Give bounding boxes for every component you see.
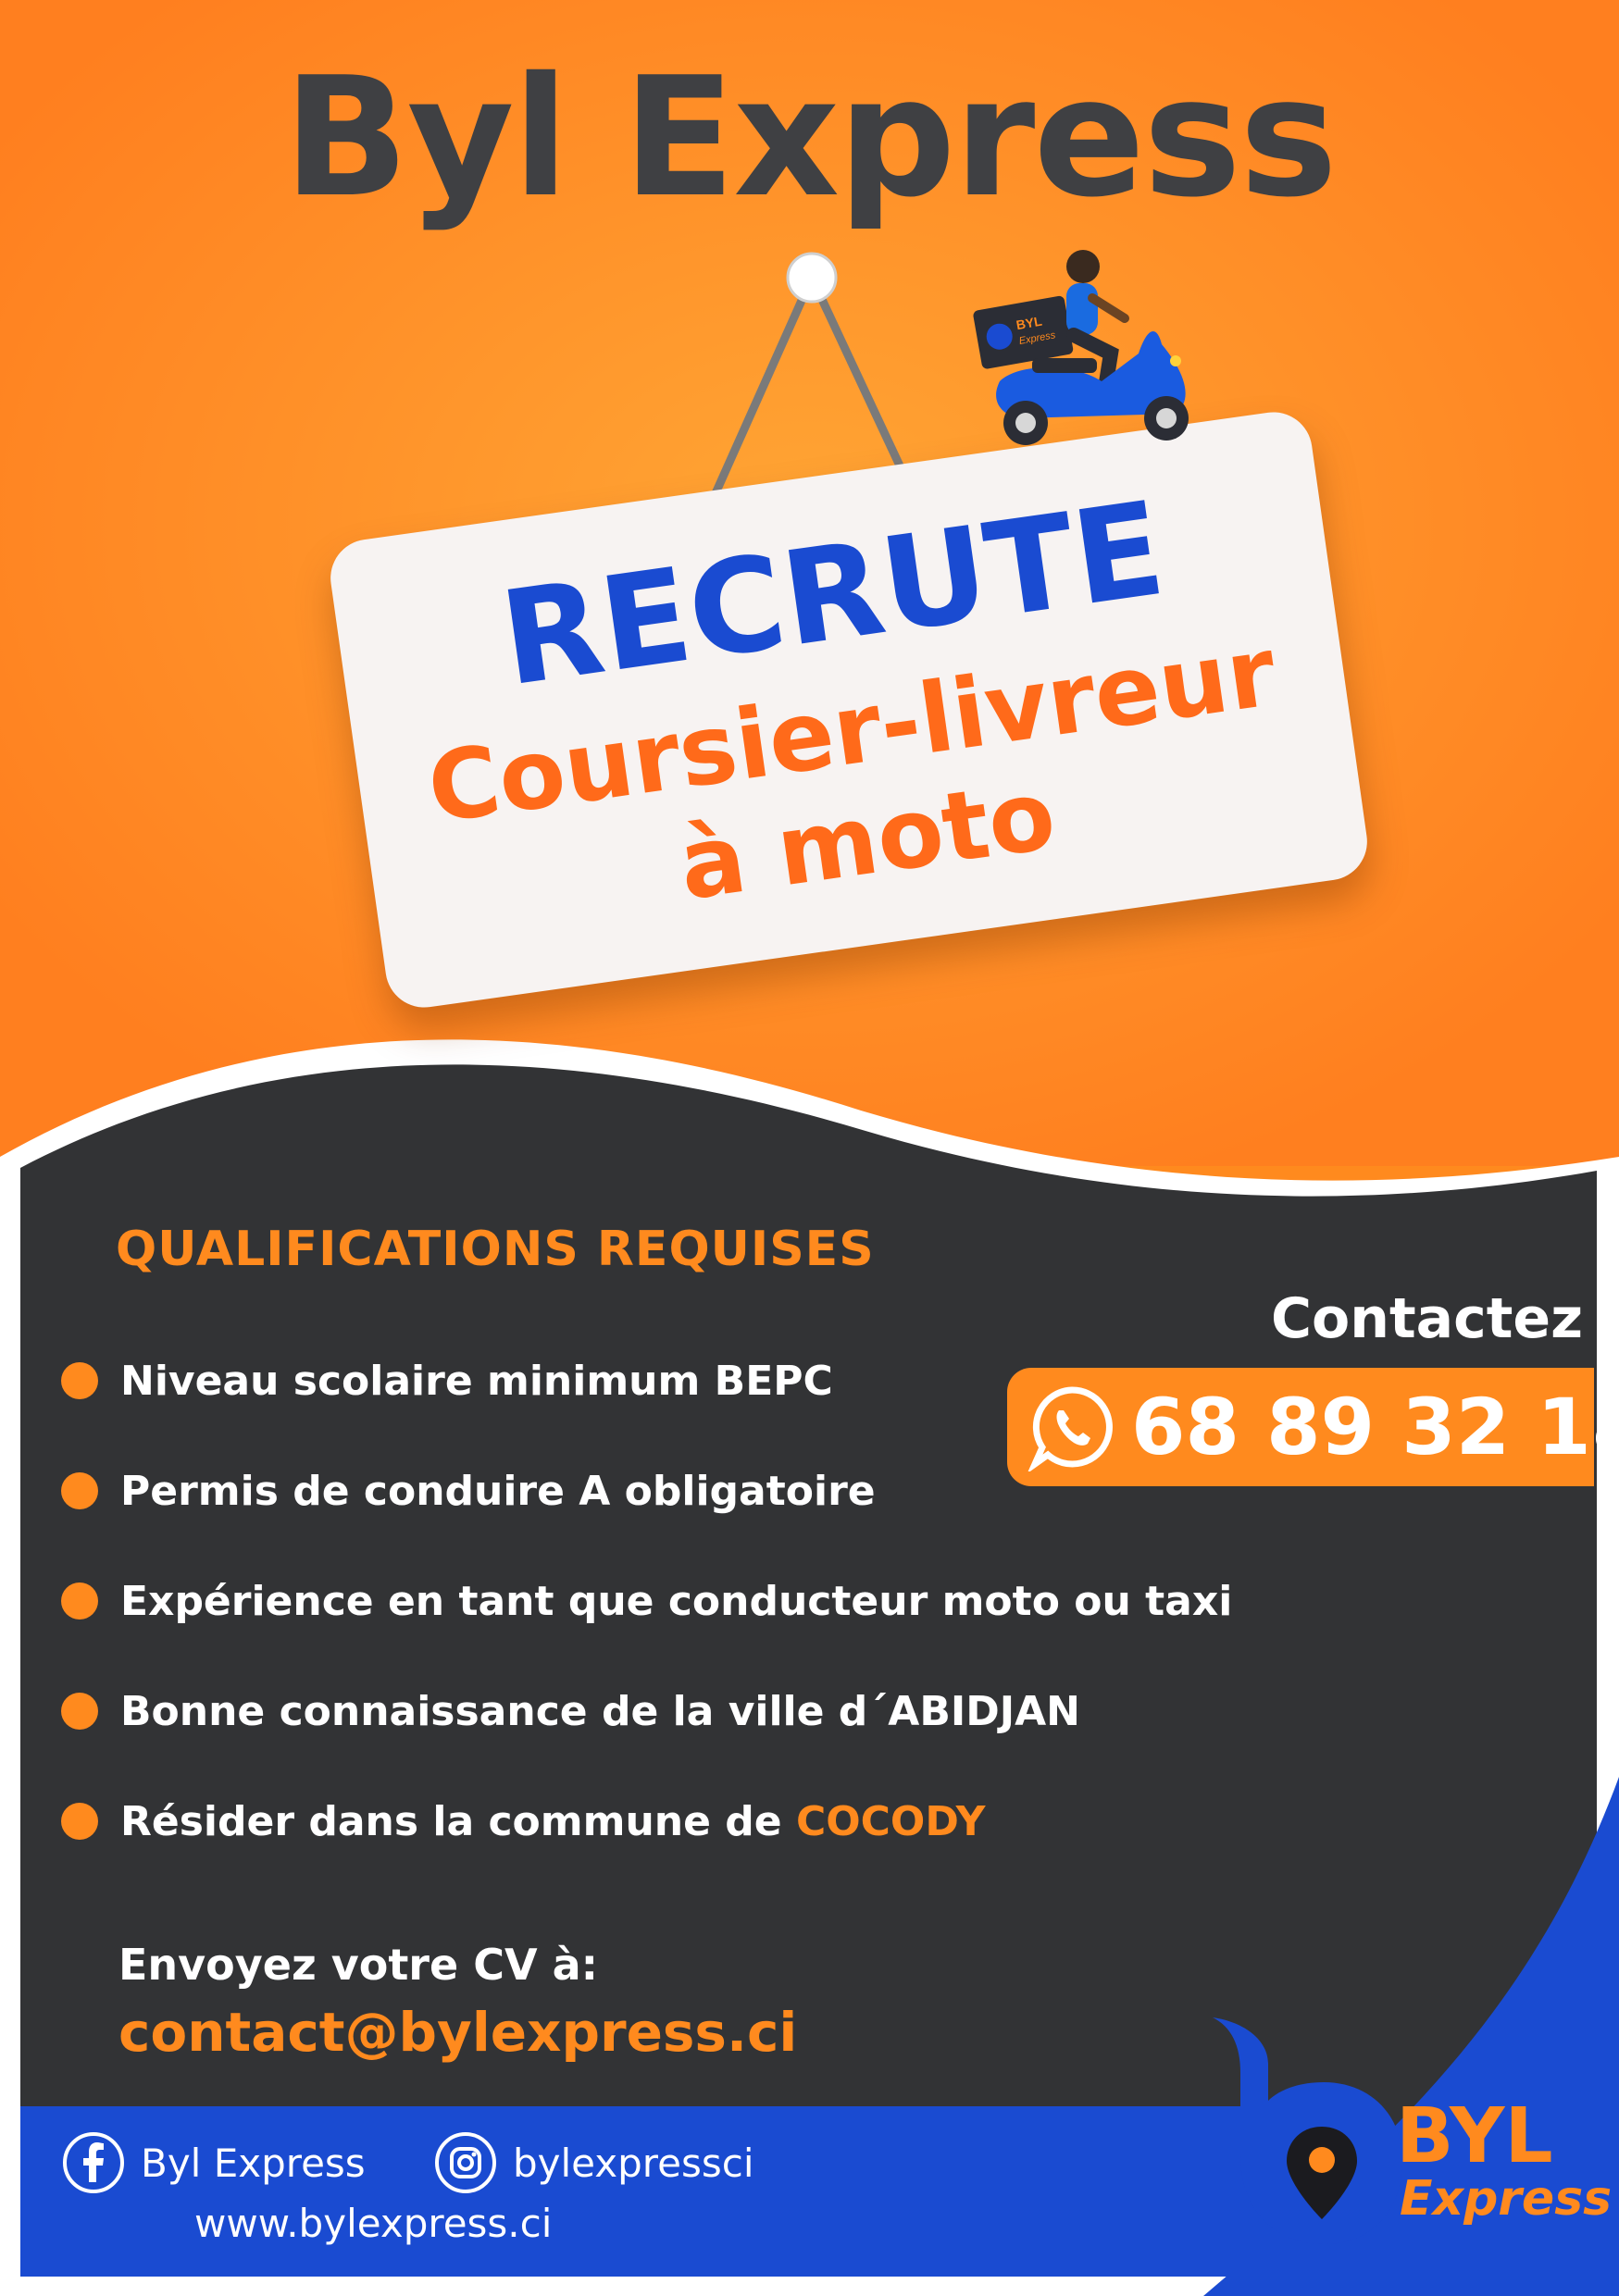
brand-logo-mark (1213, 2017, 1402, 2244)
instagram-label: bylexpressci (513, 2140, 754, 2186)
instagram-link[interactable]: bylexpressci (433, 2130, 754, 2195)
phone-contact[interactable]: 68 89 32 18 (1007, 1368, 1619, 1486)
qualifications-title: QUALIFICATIONS REQUISES (116, 1222, 875, 1277)
facebook-link[interactable]: Byl Express (61, 2130, 366, 2195)
qualification-item: Résider dans la commune de COCODY (61, 1793, 986, 1849)
phone-number: 68 89 32 18 (1131, 1382, 1619, 1472)
brand-title: Byl Express (283, 42, 1338, 233)
instagram-icon (435, 2132, 496, 2193)
website-link[interactable]: www.bylexpress.ci (194, 2201, 552, 2246)
logo-express-text: Express (1400, 2171, 1613, 2227)
bullet-dot (61, 1582, 98, 1620)
qualification-item: Expérience en tant que conducteur moto o… (61, 1573, 1232, 1629)
cv-email-link[interactable]: contact@bylexpress.ci (118, 2001, 797, 2064)
qualification-item: Bonne connaissance de la ville d´ABIDJAN (61, 1683, 1080, 1739)
scooter-rider-illustration: BYL Express (973, 250, 1189, 445)
facebook-label: Byl Express (141, 2140, 366, 2186)
qualification-item: Niveau scolaire minimum BEPC (61, 1353, 833, 1409)
whatsapp-icon (1027, 1386, 1113, 1471)
qualification-item: Permis de conduire A obligatoire (61, 1463, 876, 1519)
bullet-dot (61, 1803, 98, 1840)
logo-byl-text: BYL (1396, 2092, 1553, 2180)
bullet-dot (61, 1362, 98, 1399)
highlight-commune: COCODY (795, 1797, 986, 1845)
bullet-dot (61, 1472, 98, 1509)
bullet-dot (61, 1693, 98, 1730)
sign-pin (786, 252, 838, 304)
cv-label: Envoyez votre CV à: (118, 1940, 599, 1990)
facebook-icon (63, 2132, 124, 2193)
